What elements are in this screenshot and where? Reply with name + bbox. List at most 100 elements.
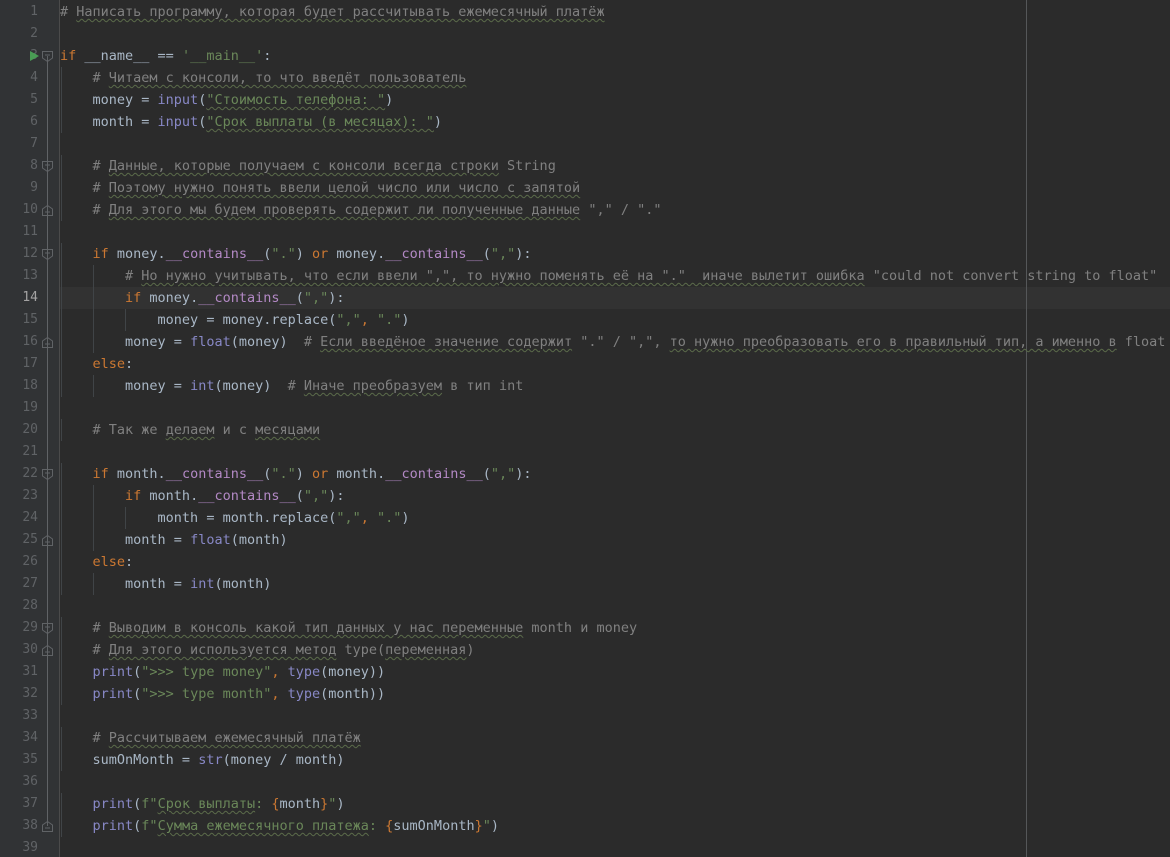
code-token: int [190,378,215,394]
code-token: money = [92,92,158,108]
code-line[interactable]: 16 money = float(money) # Если введёное … [0,331,1170,353]
fold-collapse-icon[interactable] [41,50,54,63]
code-token: type [287,664,321,680]
code-line-text[interactable]: print(f"Срок выплаты: {month}") [60,793,345,815]
code-line[interactable]: 13 # Но нужно учитывать, что если ввели … [0,265,1170,287]
code-line-text[interactable]: if month.__contains__(".") or month.__co… [60,463,532,485]
code-line[interactable]: 5 money = input("Стоимость телефона: ") [0,89,1170,111]
code-line-text[interactable]: money = money.replace(",", ".") [60,309,410,331]
code-line[interactable]: 2 [0,23,1170,45]
code-token: month = month.replace( [157,510,337,526]
code-token: "." [271,466,296,482]
code-line-text[interactable]: sumOnMonth = str(money / month) [60,749,345,771]
fold-end-icon[interactable] [41,534,54,547]
code-line-text[interactable]: # Так же делаем и с месяцами [60,419,321,441]
code-line[interactable]: 15 money = money.replace(",", ".") [0,309,1170,331]
code-line-text[interactable]: # Читаем с консоли, то что введёт пользо… [60,67,467,89]
code-line-text[interactable]: # Но нужно учитывать, что если ввели ","… [60,265,1157,287]
code-token: else [92,356,126,372]
code-line-text[interactable]: month = input("Срок выплаты (в месяцах):… [60,111,443,133]
fold-collapse-icon[interactable] [41,160,54,173]
fold-end-icon[interactable] [41,644,54,657]
code-line-text[interactable]: # Рассчитываем ежемесячный платёж [60,727,361,749]
code-line-text[interactable]: # Выводим в консоль какой тип данных у н… [60,617,638,639]
code-line[interactable]: 28 [0,595,1170,617]
line-number: 18 [22,378,38,393]
code-line-text[interactable]: # Для этого мы будем проверять содержит … [60,199,662,221]
fold-collapse-icon[interactable] [41,622,54,635]
code-line-text[interactable]: if month.__contains__(","): [60,485,345,507]
code-line-text[interactable]: month = float(month) [60,529,288,551]
code-line[interactable]: 18 money = int(money) # Иначе преобразуе… [0,375,1170,397]
code-line[interactable]: 17 else: [0,353,1170,375]
fold-end-icon[interactable] [41,336,54,349]
code-line[interactable]: 6 month = input("Срок выплаты (в месяцах… [0,111,1170,133]
fold-collapse-icon[interactable] [41,248,54,261]
code-line[interactable]: 8 # Данные, которые получаем с консоли в… [0,155,1170,177]
code-editor[interactable]: 1 # Написать программу, которая будет рас… [0,0,1170,857]
code-line-text[interactable]: if __name__ == '__main__': [60,45,271,67]
code-line[interactable]: 30 # Для этого используется метод type(п… [0,639,1170,661]
code-line[interactable]: 26 else: [0,551,1170,573]
code-line-text[interactable]: month = month.replace(",", ".") [60,507,410,529]
code-line[interactable]: 4 # Читаем с консоли, то что введёт поль… [0,67,1170,89]
code-line-text[interactable]: print(">>> type money", type(money)) [60,661,386,683]
code-line[interactable]: 29 # Выводим в консоль какой тип данных … [0,617,1170,639]
fold-end-icon[interactable] [41,204,54,217]
code-token: , [271,664,288,680]
code-line[interactable]: 1 # Написать программу, которая будет рас… [0,1,1170,23]
fold-collapse-icon[interactable] [41,468,54,481]
code-line[interactable]: 33 [0,705,1170,727]
code-line[interactable]: 39 [0,837,1170,857]
code-line[interactable]: 20 # Так же делаем и с месяцами [0,419,1170,441]
code-line[interactable]: 25 month = float(month) [0,529,1170,551]
code-line[interactable]: 19 [0,397,1170,419]
code-line[interactable]: 22 if month.__contains__(".") or month._… [0,463,1170,485]
code-line-text[interactable]: month = int(month) [60,573,271,595]
code-line[interactable]: 23 if month.__contains__(","): [0,485,1170,507]
code-line[interactable]: 32 print(">>> type month", type(month)) [0,683,1170,705]
code-token: # [92,620,109,636]
code-line-text[interactable]: print(f"Сумма ежемесячного платежа: {sum… [60,815,499,837]
code-line[interactable]: 31 print(">>> type money", type(money)) [0,661,1170,683]
code-token: "," / "." [580,202,662,218]
code-line-text[interactable]: money = int(money) # Иначе преобразуем в… [60,375,523,397]
code-line-text[interactable]: money = float(money) # Если введёное зна… [60,331,1165,353]
code-line-text[interactable]: else: [60,353,134,375]
code-line-text[interactable]: # Данные, которые получаем с консоли все… [60,155,556,177]
code-line[interactable]: 3 if __name__ == '__main__': [0,45,1170,67]
code-token: Выводим в консоль какой тип данных у нас… [108,620,524,636]
code-line[interactable]: 24 month = month.replace(",", ".") [0,507,1170,529]
code-line[interactable]: 14 if money.__contains__(","): [0,287,1170,309]
code-line[interactable]: 9 # Поэтому нужно понять ввели целой чис… [0,177,1170,199]
code-line[interactable]: 34 # Рассчитываем ежемесячный платёж [0,727,1170,749]
code-line[interactable]: 27 month = int(month) [0,573,1170,595]
code-line-text[interactable]: # Для этого используется метод type(пере… [60,639,475,661]
code-token: : [125,356,134,372]
line-number: 1 [30,4,38,19]
code-line-text[interactable]: if money.__contains__(".") or money.__co… [60,243,532,265]
code-line[interactable]: 12 if money.__contains__(".") or money._… [0,243,1170,265]
code-line-text[interactable]: else: [60,551,134,573]
code-line[interactable]: 11 [0,221,1170,243]
code-line[interactable]: 38 print(f"Сумма ежемесячного платежа: {… [0,815,1170,837]
code-token: "," [336,510,361,526]
code-line-text[interactable]: # Поэтому нужно понять ввели целой число… [60,177,581,199]
code-line[interactable]: 10 # Для этого мы будем проверять содерж… [0,199,1170,221]
run-script-arrow-icon[interactable] [30,50,39,61]
code-line[interactable]: 7 [0,133,1170,155]
code-line-text[interactable]: # Написать программу, которая будет расс… [60,1,605,23]
line-number: 38 [22,818,38,833]
code-line-text[interactable]: print(">>> type month", type(month)) [60,683,386,705]
line-number: 35 [22,752,38,767]
code-line[interactable]: 36 [0,771,1170,793]
code-line[interactable]: 37 print(f"Срок выплаты: {month}") [0,793,1170,815]
code-line[interactable]: 35 sumOnMonth = str(money / month) [0,749,1170,771]
code-line-text[interactable]: if money.__contains__(","): [60,287,345,309]
code-token: or [312,466,329,482]
code-line[interactable]: 21 [0,441,1170,463]
code-line-text[interactable]: money = input("Стоимость телефона: ") [60,89,394,111]
fold-end-icon[interactable] [41,820,54,833]
code-token: "." [377,510,402,526]
line-number: 28 [22,598,38,613]
